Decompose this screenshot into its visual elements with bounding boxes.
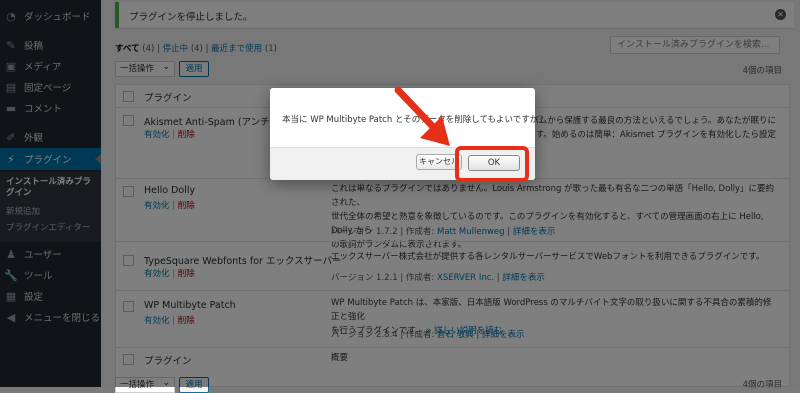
modal-overlay bbox=[0, 0, 800, 387]
pointer-arrow-icon bbox=[394, 86, 450, 146]
highlight-box bbox=[455, 146, 529, 182]
